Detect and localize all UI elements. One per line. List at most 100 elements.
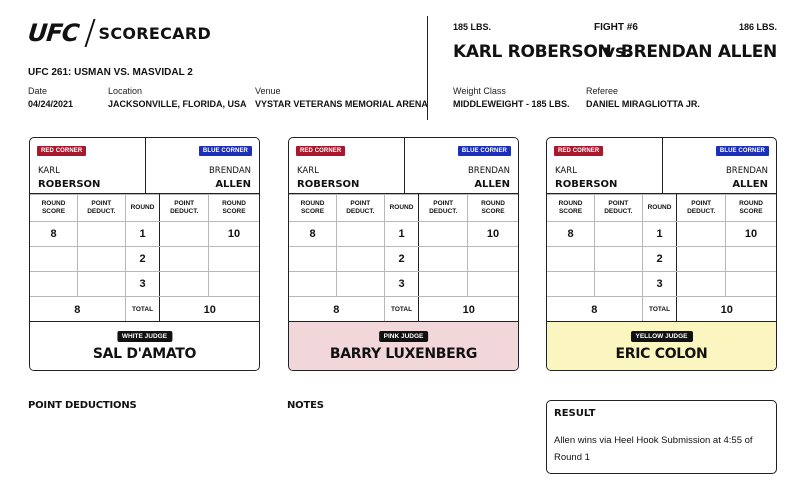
blue-point-deduction [676,271,726,297]
notes-title: NOTES [287,400,324,411]
score-table: ROUND SCORE POINT DEDUCT. ROUND POINT DEDUC… [30,194,259,323]
blue-round-score [467,271,518,297]
names-divider [145,138,146,194]
ufc-scorecard-logo: UFC SCORECARD [26,18,211,48]
names-divider [404,138,405,194]
blue-first-name: BRENDAN [208,166,251,176]
blue-round-score: 10 [467,221,518,247]
red-fighter-card-name: KARL ROBERSON [38,165,100,191]
total-row: 8 TOTAL 10 [289,296,518,323]
round-header: ROUND [383,194,420,222]
blue-last-name: ALLEN [474,179,510,190]
location-label: Location [108,86,143,96]
blue-point-deduction [418,221,468,247]
score-header-row: ROUND SCORE POINT DEDUCT. ROUND POINT DEDUC… [30,194,259,222]
red-round-score [547,271,596,297]
round-row: 3 [289,271,518,297]
blue-corner-tag: BLUE CORNER [715,146,769,156]
red-round-score-header: ROUND SCORE [30,194,79,222]
red-total-score: 8 [547,296,643,323]
red-point-deduction [336,271,385,297]
blue-round-score: 10 [725,221,776,247]
red-corner-tag: RED CORNER [37,146,87,156]
judge-name: BARRY LUXENBERG [329,346,478,362]
blue-round-score: 10 [208,221,259,247]
score-header-row: ROUND SCORE POINT DEDUCT. ROUND POINT DEDUC… [289,194,518,222]
red-fighter-card-name: KARL ROBERSON [297,165,359,191]
total-row: 8 TOTAL 10 [547,296,776,323]
blue-last-name: ALLEN [215,179,251,190]
red-point-deduct-header: POINT DEDUCT. [594,194,643,222]
red-first-name: KARL [555,166,577,176]
blue-total-score: 10 [159,296,259,323]
logo-divider [83,19,96,47]
judge-area: WHITE JUDGE SAL D'AMATO [30,321,259,370]
date-label: Date [28,86,48,96]
red-corner-tag: RED CORNER [554,146,604,156]
ufc-logo-text: UFC [26,19,80,47]
blue-point-deduction [159,246,209,272]
round-row: 2 [30,246,259,272]
red-point-deduct-header: POINT DEDUCT. [336,194,385,222]
blue-round-score [725,271,776,297]
round-row: 2 [547,246,776,272]
blue-point-deduct-header: POINT DEDUCT. [159,194,209,222]
red-round-score: 8 [289,221,338,247]
red-total-score: 8 [30,296,126,323]
blue-fighter-card-name: BRENDAN ALLEN [726,165,768,191]
blue-point-deduction [676,221,726,247]
red-round-score [547,246,596,272]
red-point-deduction [336,221,385,247]
blue-corner-tag: BLUE CORNER [457,146,511,156]
blue-first-name: BRENDAN [467,166,510,176]
round-number: 3 [124,271,161,297]
red-round-score-header: ROUND SCORE [547,194,596,222]
round-row: 3 [30,271,259,297]
blue-point-deduction [418,246,468,272]
location-value: JACKSONVILLE, FLORIDA, USA [108,99,247,109]
round-number: 1 [124,221,161,247]
red-round-score: 8 [30,221,79,247]
judge-color-tag: WHITE JUDGE [116,331,173,342]
red-first-name: KARL [297,166,319,176]
blue-round-score-header: ROUND SCORE [725,194,776,222]
red-round-score [30,246,79,272]
blue-round-score [467,246,518,272]
total-row: 8 TOTAL 10 [30,296,259,323]
round-row: 3 [547,271,776,297]
blue-total-score: 10 [676,296,776,323]
blue-point-deduction [676,246,726,272]
judge-name: SAL D'AMATO [92,346,197,362]
round-row: 8 1 10 [289,221,518,247]
referee-value: DANIEL MIRAGLIOTTA JR. [586,99,700,109]
round-row: 8 1 10 [30,221,259,247]
round-header: ROUND [641,194,678,222]
red-point-deduction [594,271,643,297]
score-header-row: ROUND SCORE POINT DEDUCT. ROUND POINT DEDUC… [547,194,776,222]
header-divider [427,16,428,120]
red-round-score [289,246,338,272]
round-number: 3 [641,271,678,297]
blue-point-deduct-header: POINT DEDUCT. [418,194,468,222]
judge-area: YELLOW JUDGE ERIC COLON [547,321,776,370]
blue-fighter-card-name: BRENDAN ALLEN [468,165,510,191]
judge-color-tag: YELLOW JUDGE [630,331,693,342]
judge-scorecard: RED CORNER BLUE CORNER KARL ROBERSON BRE… [29,137,260,371]
judge-scorecard: RED CORNER BLUE CORNER KARL ROBERSON BRE… [288,137,519,371]
total-label: TOTAL [641,296,678,323]
fighter-names-row: RED CORNER BLUE CORNER KARL ROBERSON BRE… [30,138,259,194]
red-point-deduct-header: POINT DEDUCT. [77,194,126,222]
total-label: TOTAL [383,296,420,323]
round-number: 2 [641,246,678,272]
red-last-name: ROBERSON [297,179,360,190]
names-divider [662,138,663,194]
blue-point-deduction [159,221,209,247]
red-last-name: ROBERSON [38,179,101,190]
red-fighter-name: KARL ROBERSON [453,42,612,62]
total-label: TOTAL [124,296,161,323]
blue-fighter-card-name: BRENDAN ALLEN [209,165,251,191]
point-deductions-title: POINT DEDUCTIONS [28,400,137,411]
blue-round-score-header: ROUND SCORE [467,194,518,222]
round-header: ROUND [124,194,161,222]
result-text: Allen wins via Heel Hook Submission at 4… [554,435,753,463]
